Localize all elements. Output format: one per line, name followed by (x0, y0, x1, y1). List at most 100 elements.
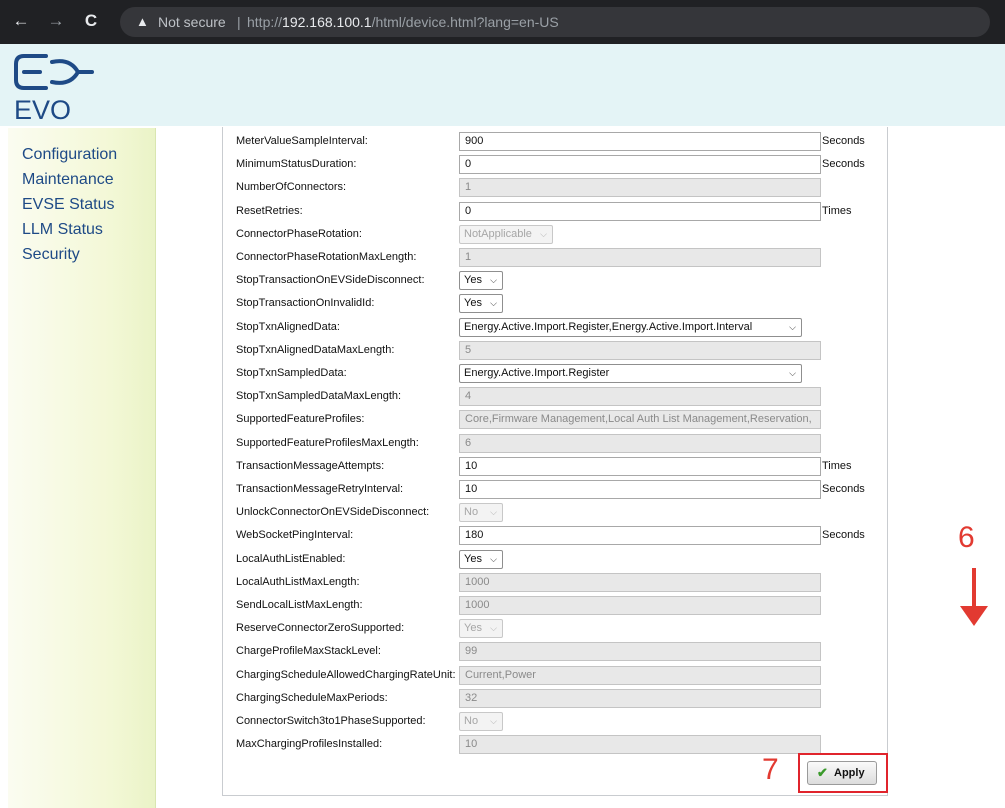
stop-transaction-on-invalid-id-label: StopTransactionOnInvalidId: (236, 297, 375, 309)
minimum-status-duration-unit: Seconds (822, 158, 865, 170)
stop-txn-sampled-data-select[interactable]: Energy.Active.Import.Register ⌵ (459, 364, 802, 383)
warning-icon[interactable]: ▲ (136, 11, 149, 33)
page-header (0, 44, 1005, 126)
stop-transaction-on-evside-disconnect-select[interactable]: Yes ⌵ (459, 271, 503, 290)
stop-txn-sampled-data-max-length-label: StopTxnSampledDataMaxLength: (236, 390, 402, 402)
chevron-down-icon: ⌵ (490, 623, 497, 633)
address-separator: | (237, 14, 241, 30)
step-7-annotation: 7 (762, 753, 779, 786)
charge-profile-max-stack-level-field: 99 (459, 642, 821, 661)
stop-txn-sampled-data-selected-value: Energy.Active.Import.Register (464, 367, 610, 379)
apply-button[interactable]: ✔ Apply (807, 761, 877, 785)
forward-button[interactable]: → (45, 10, 67, 32)
max-charging-profiles-installed-label: MaxChargingProfilesInstalled: (236, 738, 383, 750)
url-prefix: http:// (247, 14, 283, 30)
stop-transaction-on-invalid-id-selected-value: Yes (464, 297, 482, 309)
reserve-connector-zero-supported-select: Yes ⌵ (459, 619, 503, 638)
charging-schedule-allowed-charging-rate-unit-label: ChargingScheduleAllowedChargingRateUnit: (236, 669, 456, 681)
web-socket-ping-interval-label: WebSocketPingInterval: (236, 529, 354, 541)
connector-switch3to1-phase-supported-label: ConnectorSwitch3to1PhaseSupported: (236, 715, 426, 727)
unlock-connector-on-evside-disconnect-label: UnlockConnectorOnEVSideDisconnect: (236, 506, 430, 518)
minimum-status-duration-field[interactable]: 0 (459, 155, 821, 174)
chevron-down-icon: ⌵ (789, 322, 796, 332)
number-of-connectors-label: NumberOfConnectors: (236, 181, 347, 193)
local-auth-list-enabled-label: LocalAuthListEnabled: (236, 553, 346, 565)
local-auth-list-enabled-select[interactable]: Yes ⌵ (459, 550, 503, 569)
send-local-list-max-length-label: SendLocalListMaxLength: (236, 599, 363, 611)
reset-retries-label: ResetRetries: (236, 205, 303, 217)
connector-phase-rotation-select: NotApplicable ⌵ (459, 225, 553, 244)
stop-transaction-on-evside-disconnect-selected-value: Yes (464, 274, 482, 286)
stop-transaction-on-invalid-id-select[interactable]: Yes ⌵ (459, 294, 503, 313)
transaction-message-retry-interval-label: TransactionMessageRetryInterval: (236, 483, 404, 495)
local-auth-list-max-length-field: 1000 (459, 573, 821, 592)
chevron-down-icon: ⌵ (490, 275, 497, 285)
connector-phase-rotation-max-length-label: ConnectorPhaseRotationMaxLength: (236, 251, 417, 263)
charging-schedule-max-periods-label: ChargingScheduleMaxPeriods: (236, 692, 388, 704)
url-host: 192.168.100.1 (282, 14, 372, 30)
logo-text: EVO (14, 95, 71, 122)
transaction-message-attempts-label: TransactionMessageAttempts: (236, 460, 385, 472)
local-auth-list-max-length-label: LocalAuthListMaxLength: (236, 576, 360, 588)
supported-feature-profiles-max-length-label: SupportedFeatureProfilesMaxLength: (236, 437, 419, 449)
supported-feature-profiles-field: Core,Firmware Management,Local Auth List… (459, 410, 821, 429)
chevron-down-icon: ⌵ (490, 507, 497, 517)
connector-phase-rotation-selected-value: NotApplicable (464, 228, 532, 240)
meter-value-sample-interval-label: MeterValueSampleInterval: (236, 135, 368, 147)
connector-phase-rotation-label: ConnectorPhaseRotation: (236, 228, 362, 240)
minimum-status-duration-label: MinimumStatusDuration: (236, 158, 357, 170)
unlock-connector-on-evside-disconnect-selected-value: No (464, 506, 479, 518)
sidebar-item-evse-status[interactable]: EVSE Status (22, 192, 117, 217)
sidebar: Configuration Maintenance EVSE Status LLM S… (8, 128, 156, 808)
chevron-down-icon: ⌵ (490, 554, 497, 564)
number-of-connectors-field: 1 (459, 178, 821, 197)
not-secure-label[interactable]: Not secure (158, 11, 226, 33)
transaction-message-attempts-field[interactable]: 10 (459, 457, 821, 476)
reset-retries-unit: Times (822, 205, 852, 217)
stop-transaction-on-evside-disconnect-label: StopTransactionOnEVSideDisconnect: (236, 274, 425, 286)
url-text[interactable]: http://192.168.100.1/html/device.html?la… (247, 11, 559, 33)
stop-txn-sampled-data-max-length-field: 4 (459, 387, 821, 406)
stop-txn-aligned-data-select[interactable]: Energy.Active.Import.Register,Energy.Act… (459, 318, 802, 337)
unlock-connector-on-evside-disconnect-select: No ⌵ (459, 503, 503, 522)
sidebar-item-security[interactable]: Security (22, 242, 117, 267)
checkmark-icon: ✔ (817, 765, 828, 780)
stop-txn-aligned-data-selected-value: Energy.Active.Import.Register,Energy.Act… (464, 321, 753, 333)
reserve-connector-zero-supported-selected-value: Yes (464, 622, 482, 634)
stop-txn-aligned-data-max-length-label: StopTxnAlignedDataMaxLength: (236, 344, 395, 356)
meter-value-sample-interval-field[interactable]: 900 (459, 132, 821, 151)
connector-switch3to1-phase-supported-selected-value: No (464, 715, 479, 727)
transaction-message-attempts-unit: Times (822, 460, 852, 472)
local-auth-list-enabled-selected-value: Yes (464, 553, 482, 565)
connector-switch3to1-phase-supported-select: No ⌵ (459, 712, 503, 731)
reserve-connector-zero-supported-label: ReserveConnectorZeroSupported: (236, 622, 405, 634)
chevron-down-icon: ⌵ (490, 298, 497, 308)
web-socket-ping-interval-field[interactable]: 180 (459, 526, 821, 545)
sidebar-item-configuration[interactable]: Configuration (22, 142, 117, 167)
charging-schedule-max-periods-field: 32 (459, 689, 821, 708)
sidebar-item-llm-status[interactable]: LLM Status (22, 217, 117, 242)
url-path: /html/device.html?lang=en-US (371, 14, 559, 30)
transaction-message-retry-interval-field[interactable]: 10 (459, 480, 821, 499)
stop-txn-aligned-data-max-length-field: 5 (459, 341, 821, 360)
back-button[interactable]: ← (10, 10, 32, 32)
stop-txn-aligned-data-label: StopTxnAlignedData: (236, 321, 340, 333)
reset-retries-field[interactable]: 0 (459, 202, 821, 221)
connector-phase-rotation-max-length-field: 1 (459, 248, 821, 267)
meter-value-sample-interval-unit: Seconds (822, 135, 865, 147)
web-socket-ping-interval-unit: Seconds (822, 529, 865, 541)
reload-button[interactable]: C (80, 10, 102, 32)
sidebar-item-maintenance[interactable]: Maintenance (22, 167, 117, 192)
chevron-down-icon: ⌵ (490, 716, 497, 726)
supported-feature-profiles-max-length-field: 6 (459, 434, 821, 453)
apply-label: Apply (834, 767, 865, 779)
supported-feature-profiles-label: SupportedFeatureProfiles: (236, 413, 365, 425)
charging-schedule-allowed-charging-rate-unit-field: Current,Power (459, 666, 821, 685)
transaction-message-retry-interval-unit: Seconds (822, 483, 865, 495)
scroll-down-arrow-icon (960, 568, 988, 626)
chevron-down-icon: ⌵ (540, 229, 547, 239)
send-local-list-max-length-field: 1000 (459, 596, 821, 615)
step-6-annotation: 6 (958, 521, 975, 554)
evo-logo: EVO (14, 54, 94, 122)
max-charging-profiles-installed-field: 10 (459, 735, 821, 754)
